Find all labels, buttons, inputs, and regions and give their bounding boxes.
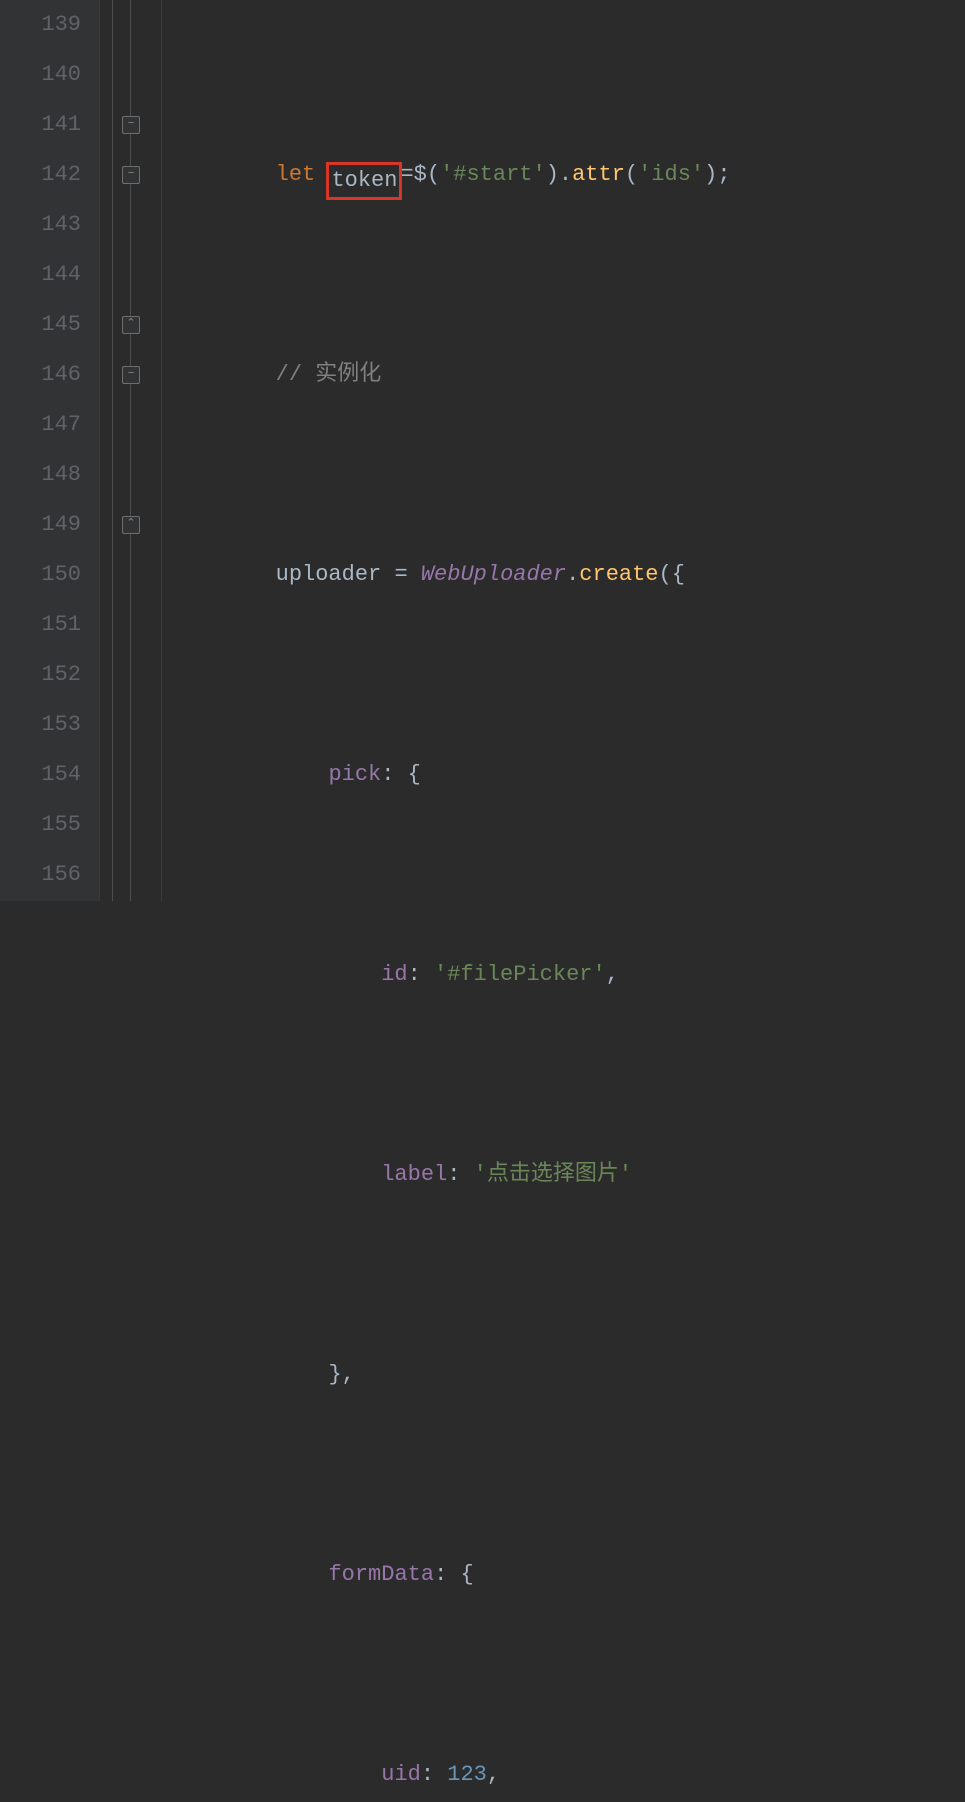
line-number: 153 bbox=[0, 700, 81, 750]
code-line[interactable]: }, bbox=[162, 1350, 738, 1400]
line-number: 152 bbox=[0, 650, 81, 700]
line-number: 151 bbox=[0, 600, 81, 650]
code-line[interactable]: pick: { bbox=[162, 750, 738, 800]
line-number: 143 bbox=[0, 200, 81, 250]
line-number: 147 bbox=[0, 400, 81, 450]
code-line[interactable]: uploader = WebUploader.create({ bbox=[162, 550, 738, 600]
code-line[interactable]: // 实例化 bbox=[162, 350, 738, 400]
fold-column: − − ⌃ − ⌃ bbox=[100, 0, 162, 901]
line-number: 156 bbox=[0, 850, 81, 900]
line-number: 146 bbox=[0, 350, 81, 400]
line-number: 139 bbox=[0, 0, 81, 50]
fold-toggle-icon[interactable]: − bbox=[122, 166, 140, 184]
line-number: 142 bbox=[0, 150, 81, 200]
code-line[interactable]: label: '点击选择图片' bbox=[162, 1150, 738, 1200]
line-number: 155 bbox=[0, 800, 81, 850]
fold-close-icon[interactable]: ⌃ bbox=[122, 516, 140, 534]
line-number: 145 bbox=[0, 300, 81, 350]
line-number: 148 bbox=[0, 450, 81, 500]
line-number: 154 bbox=[0, 750, 81, 800]
line-number: 149 bbox=[0, 500, 81, 550]
code-line[interactable]: uid: 123, bbox=[162, 1750, 738, 1800]
code-line[interactable]: let token=$('#start').attr('ids'); bbox=[162, 150, 738, 200]
code-line[interactable]: formData: { bbox=[162, 1550, 738, 1600]
comment: // 实例化 bbox=[276, 362, 382, 387]
line-number: 144 bbox=[0, 250, 81, 300]
fold-close-icon[interactable]: ⌃ bbox=[122, 316, 140, 334]
keyword-let: let bbox=[276, 162, 316, 187]
fold-toggle-icon[interactable]: − bbox=[122, 366, 140, 384]
line-number-gutter: 139 140 141 142 143 144 145 146 147 148 … bbox=[0, 0, 100, 901]
class-name: WebUploader bbox=[421, 562, 566, 587]
highlight-box: token bbox=[326, 162, 402, 200]
line-number: 150 bbox=[0, 550, 81, 600]
code-line[interactable]: id: '#filePicker', bbox=[162, 950, 738, 1000]
code-editor[interactable]: 139 140 141 142 143 144 145 146 147 148 … bbox=[0, 0, 965, 901]
code-area[interactable]: let token=$('#start').attr('ids'); // 实例… bbox=[162, 0, 738, 901]
fold-toggle-icon[interactable]: − bbox=[122, 116, 140, 134]
line-number: 141 bbox=[0, 100, 81, 150]
line-number: 140 bbox=[0, 50, 81, 100]
